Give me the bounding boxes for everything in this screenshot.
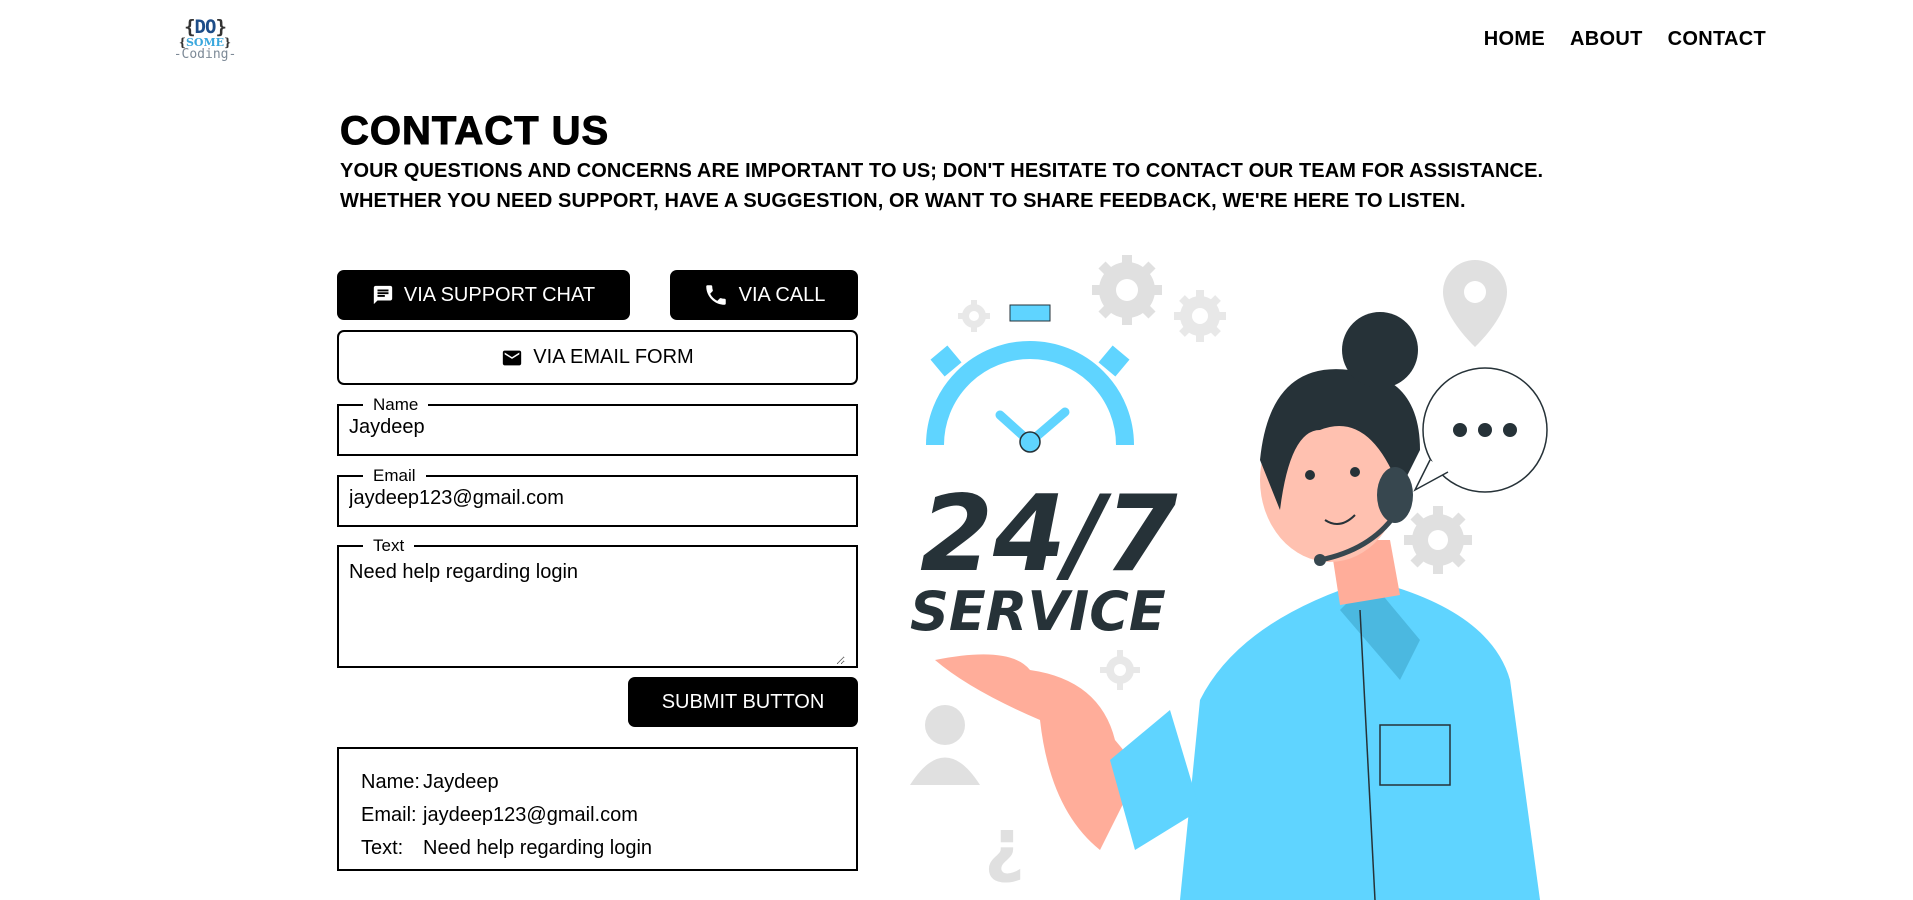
- gear-icon: [1174, 290, 1226, 342]
- summary-name-label: Name:: [361, 771, 420, 793]
- subtitle-line-1: YOUR QUESTIONS AND CONCERNS ARE IMPORTAN…: [340, 160, 1544, 182]
- summary-text-label: Text:: [361, 837, 404, 859]
- mail-icon: [503, 350, 522, 365]
- email-form-button[interactable]: VIA EMAIL FORM: [337, 330, 858, 385]
- logo-brace: {: [184, 16, 195, 38]
- logo-coding: Coding: [181, 47, 229, 62]
- logo-do: DO: [194, 16, 217, 38]
- call-button[interactable]: VIA CALL: [670, 270, 858, 320]
- phone-icon: [705, 285, 726, 305]
- text-fieldset: Text Need help regarding login: [337, 537, 858, 668]
- submit-button[interactable]: SUBMIT BUTTON: [628, 677, 858, 727]
- summary-row-text: Text: Need help regarding login: [361, 832, 834, 865]
- summary-text-value: Need help regarding login: [423, 837, 653, 859]
- user-icon: [910, 705, 980, 785]
- logo-brace: }: [215, 16, 226, 38]
- email-fieldset: Email: [337, 467, 858, 527]
- name-legend: Name: [373, 395, 419, 414]
- page-title: CONTACT US: [339, 109, 610, 154]
- summary-email-value: jaydeep123@gmail.com: [423, 804, 638, 826]
- logo[interactable]: {DO} {SOME} -Coding-: [172, 17, 238, 69]
- name-input[interactable]: [349, 416, 839, 439]
- location-pin-icon: [1443, 260, 1507, 347]
- email-form-label: VIA EMAIL FORM: [533, 346, 694, 368]
- logo-dash: -: [173, 47, 182, 62]
- gear-icon: [1100, 650, 1140, 690]
- submit-label: SUBMIT BUTTON: [661, 690, 825, 713]
- name-fieldset: Name: [337, 396, 858, 456]
- summary-row-email: Email: jaydeep123@gmail.com: [361, 799, 834, 832]
- nav-contact[interactable]: CONTACT: [1668, 28, 1766, 51]
- illustration-service: SERVICE: [910, 580, 1166, 643]
- speech-bubble-icon: [1413, 367, 1548, 493]
- text-textarea[interactable]: Need help regarding login: [349, 561, 845, 665]
- gear-icon: [1404, 506, 1472, 574]
- submission-summary: Name: Jaydeep Email: jaydeep123@gmail.co…: [337, 747, 858, 871]
- text-legend: Text: [373, 536, 405, 555]
- call-label: VIA CALL: [738, 283, 826, 306]
- question-mark-icon: ?: [984, 813, 1025, 895]
- stopwatch-icon: [926, 304, 1134, 453]
- nav-about[interactable]: ABOUT: [1570, 28, 1643, 51]
- nav-home[interactable]: HOME: [1484, 28, 1545, 51]
- top-nav: HOME ABOUT CONTACT: [1484, 28, 1766, 51]
- email-input[interactable]: [349, 487, 839, 510]
- logo-dash: -: [228, 47, 237, 62]
- gear-icon: [1092, 255, 1162, 325]
- chat-icon: [373, 285, 393, 305]
- subtitle-line-2: WHETHER YOU NEED SUPPORT, HAVE A SUGGEST…: [340, 190, 1466, 212]
- summary-email-label: Email:: [361, 804, 417, 826]
- email-legend: Email: [373, 466, 416, 485]
- gear-icon: [958, 300, 990, 332]
- support-chat-button[interactable]: VIA SUPPORT CHAT: [337, 270, 630, 320]
- summary-name-value: Jaydeep: [423, 771, 499, 793]
- support-illustration: ? 24/7 SERVICE: [910, 255, 1548, 900]
- page-subtitle: YOUR QUESTIONS AND CONCERNS ARE IMPORTAN…: [340, 156, 1580, 216]
- illustration-24-7: 24/7: [920, 473, 1178, 595]
- support-chat-label: VIA SUPPORT CHAT: [403, 283, 596, 306]
- summary-row-name: Name: Jaydeep: [361, 766, 834, 799]
